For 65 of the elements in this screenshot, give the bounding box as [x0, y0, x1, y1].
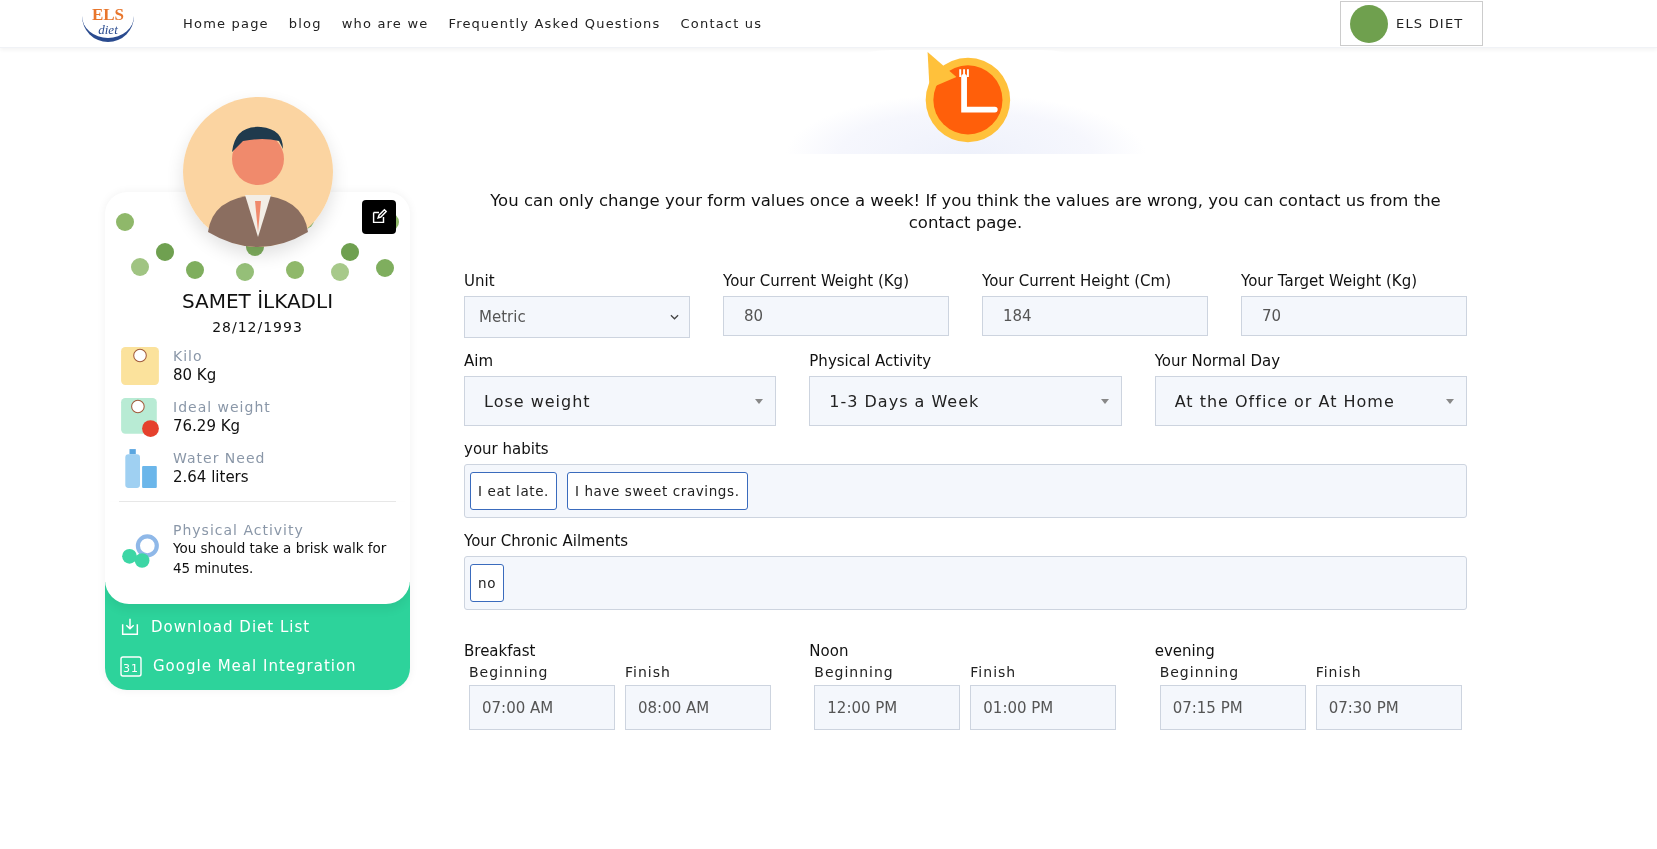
field-label: Your Current Height (Cm): [982, 272, 1173, 290]
time-field[interactable]: 07:00 AM: [469, 685, 615, 730]
calendar-icon: 31: [119, 654, 143, 678]
field-label: Unit: [464, 272, 496, 290]
field-label: Your Chronic Ailments: [464, 532, 630, 550]
field-label: your habits: [464, 440, 550, 458]
tag[interactable]: I have sweet cravings.: [566, 472, 748, 510]
stat-label: Kilo: [173, 348, 204, 364]
meal-label: evening: [1154, 642, 1216, 660]
nav-link[interactable]: who are we: [341, 16, 429, 31]
tags-field[interactable]: I eat late. I have sweet cravings.: [464, 464, 1467, 518]
time-label: Finish: [625, 664, 672, 680]
activity-text: You should take a brisk walk for 45 minutes.: [173, 539, 388, 578]
time-field[interactable]: 01:00 PM: [970, 685, 1117, 730]
select-field[interactable]: Metric: [464, 296, 690, 338]
meal-label: Breakfast: [464, 642, 537, 660]
dropdown-field[interactable]: At the Office or At Home: [1154, 376, 1467, 426]
time-label: Beginning: [469, 664, 550, 680]
scale-icon: [119, 345, 161, 387]
nav-link[interactable]: blog: [288, 16, 322, 31]
input-field[interactable]: 184: [982, 296, 1208, 336]
birth-date: 28/12/1993: [211, 319, 304, 335]
time-label: Finish: [1315, 664, 1363, 680]
stat-label: Water Need: [173, 450, 266, 466]
caret-icon: [755, 398, 764, 404]
dropdown-field[interactable]: Lose weight: [464, 376, 777, 426]
input-field[interactable]: 80: [723, 296, 949, 336]
tag[interactable]: no: [470, 564, 505, 602]
nav-link[interactable]: Home page: [183, 16, 269, 31]
logo[interactable]: ELS diet: [82, 5, 134, 42]
time-label: Beginning: [814, 664, 895, 680]
scale-apple-icon: [119, 396, 161, 438]
stat-label: Ideal weight: [173, 399, 271, 415]
time-field[interactable]: 07:30 PM: [1315, 685, 1462, 730]
nav-link[interactable]: Frequently Asked Questions: [448, 16, 661, 31]
user-button[interactable]: ELS DIET: [1340, 1, 1483, 46]
nav-link[interactable]: Contact us: [680, 16, 763, 31]
caret-icon: [1100, 398, 1109, 404]
stat-value: 80 Kg: [173, 366, 217, 384]
field-label: Aim: [464, 352, 495, 370]
notice-text: You can only change your form values once a week! If you think the values are wrong, you can contact us from the contact page.: [489, 190, 1442, 234]
stat-value: 2.64 liters: [173, 468, 250, 486]
field-label: Your Normal Day: [1154, 352, 1282, 370]
stat-label: Physical Activity: [173, 522, 305, 538]
chevron-down-icon: [670, 314, 679, 320]
edit-button[interactable]: [362, 200, 396, 234]
field-label: Your Target Weight (Kg): [1241, 272, 1419, 290]
meal-label: Noon: [809, 642, 850, 660]
time-field[interactable]: 08:00 AM: [625, 685, 771, 730]
input-field[interactable]: 70: [1241, 296, 1467, 336]
dropdown-field[interactable]: 1-3 Days a Week: [809, 376, 1122, 426]
download-icon: [119, 616, 141, 638]
field-label: Your Current Weight (Kg): [723, 272, 910, 290]
time-field[interactable]: 12:00 PM: [814, 685, 961, 730]
caret-icon: [1446, 398, 1454, 404]
time-label: Beginning: [1159, 664, 1241, 680]
tag[interactable]: I eat late.: [470, 472, 557, 510]
avatar-photo-placeholder: [1350, 4, 1388, 43]
field-label: Physical Activity: [809, 352, 933, 370]
time-field[interactable]: 07:15 PM: [1159, 685, 1306, 730]
profile-name: SAMET İLKADLI: [180, 289, 335, 313]
tags-field[interactable]: no: [464, 556, 1467, 610]
time-label: Finish: [970, 664, 1018, 680]
stat-value: 76.29 Kg: [173, 417, 242, 435]
edit-icon: [370, 208, 388, 226]
